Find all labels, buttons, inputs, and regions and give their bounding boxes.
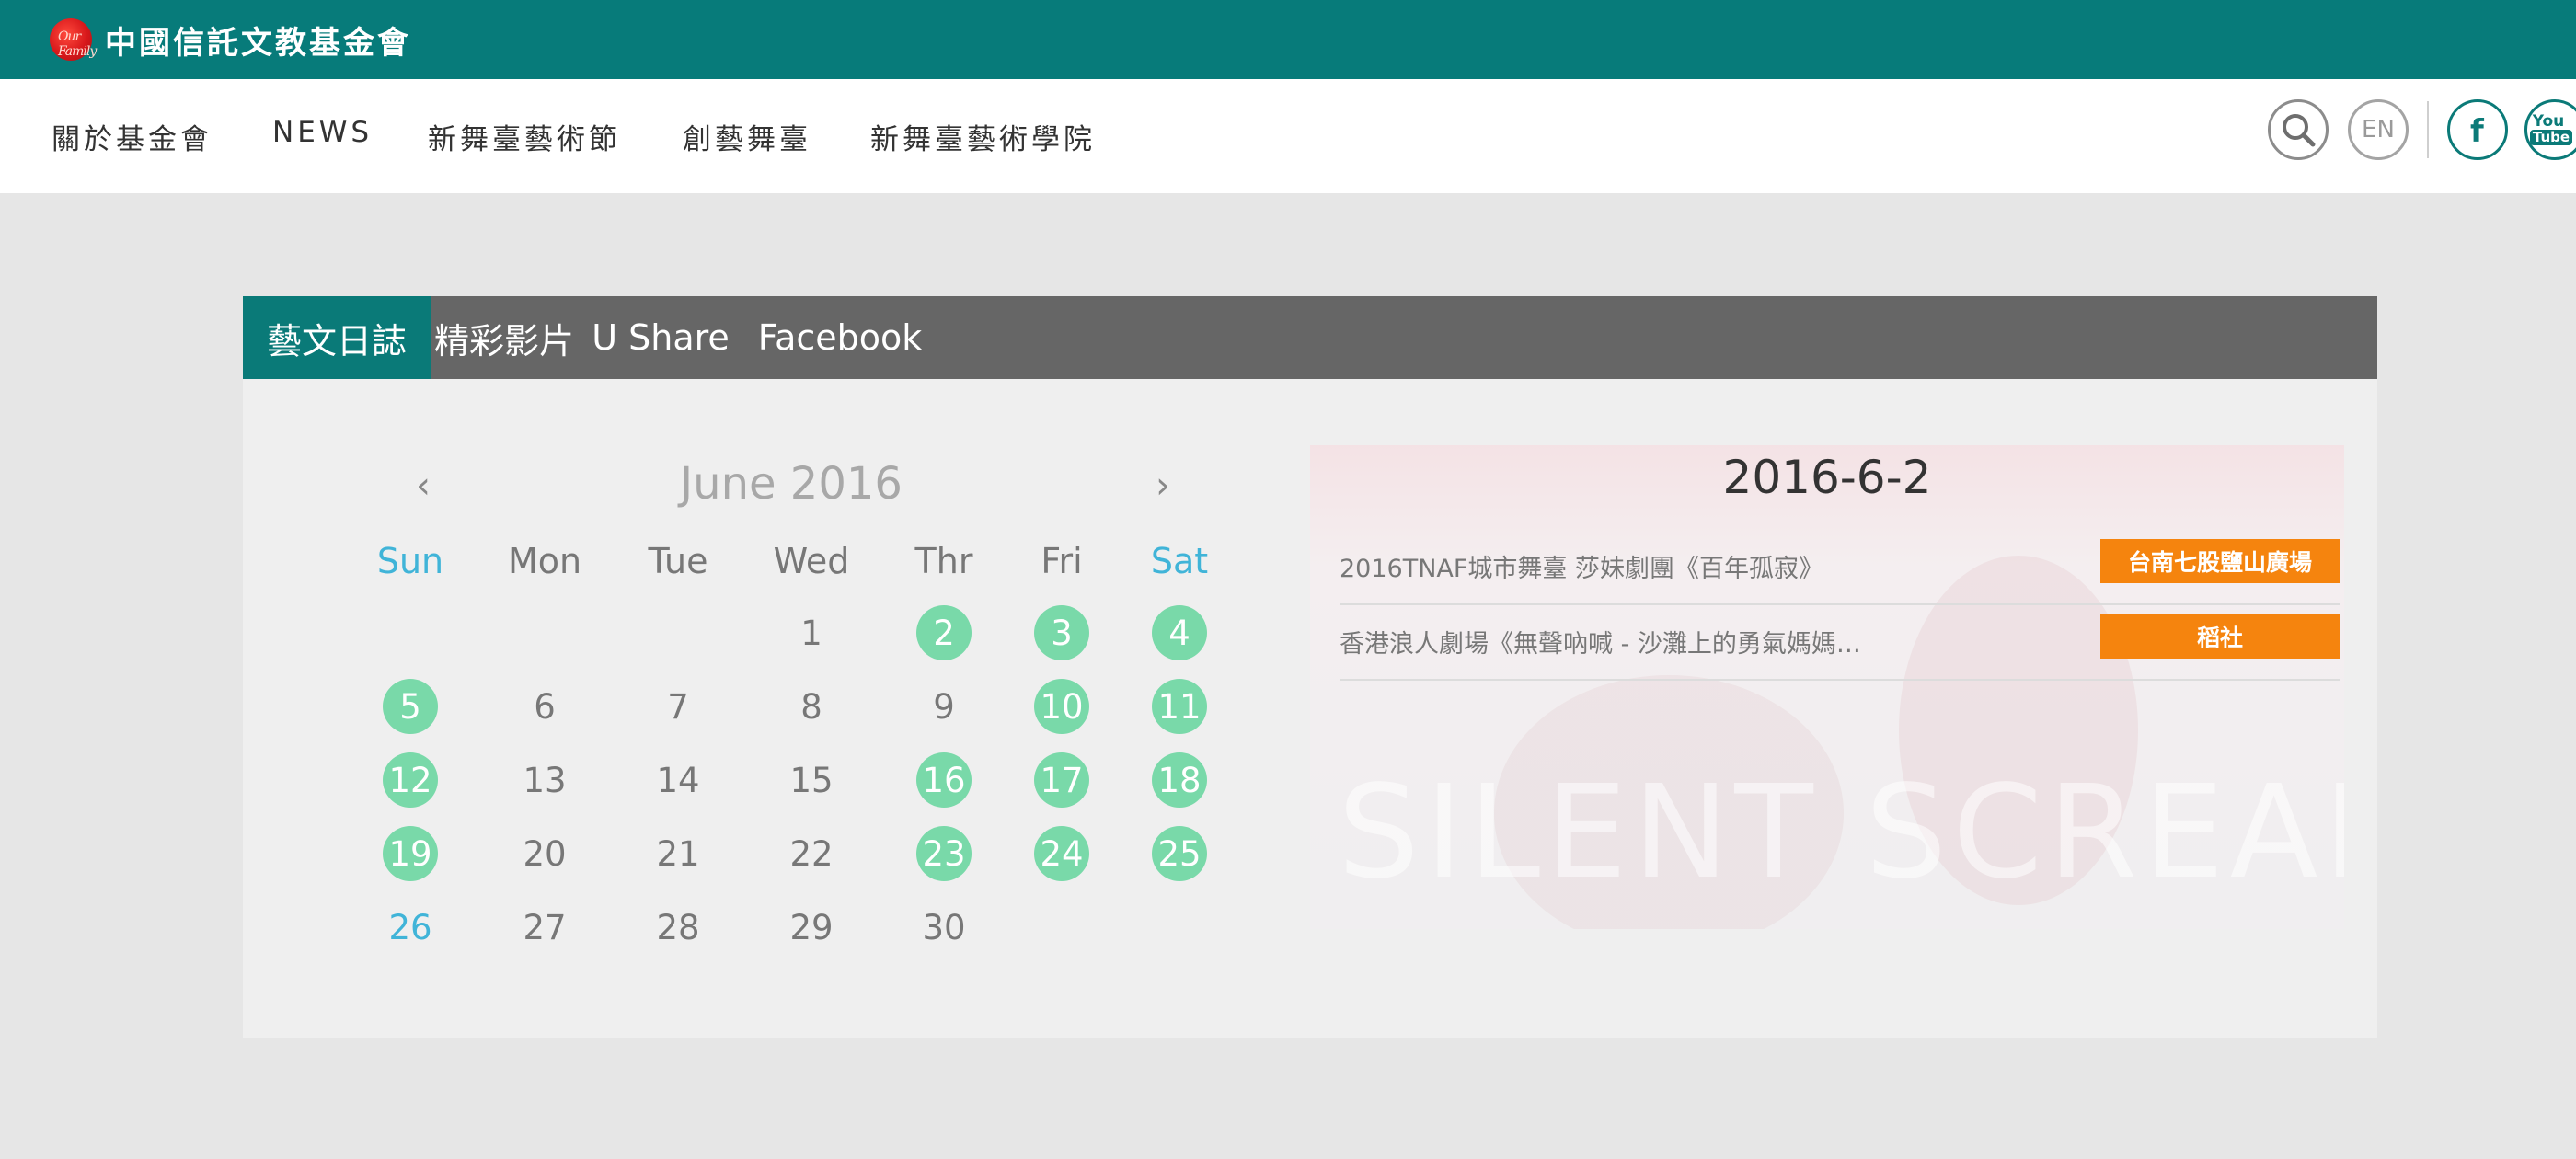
calendar-day[interactable]: 6	[517, 679, 572, 734]
calendar-day[interactable]: 29	[784, 900, 839, 955]
nav-item-about[interactable]: 關於基金會	[52, 116, 213, 157]
language-en-icon[interactable]: EN	[2348, 99, 2409, 160]
weekday-label: Fri	[1041, 541, 1083, 581]
event-venue-tag[interactable]: 稻社	[2100, 614, 2340, 659]
calendar-day[interactable]: 8	[784, 679, 839, 734]
calendar-day-with-events[interactable]: 5	[383, 679, 438, 734]
calendar-day[interactable]: 9	[916, 679, 972, 734]
event-title[interactable]: 香港浪人劇場《無聲吶喊 - 沙灘上的勇氣媽媽…	[1340, 624, 1861, 660]
logo-text: 中國信託文教基金會	[105, 24, 411, 62]
calendar-day-with-events[interactable]: 18	[1152, 752, 1207, 808]
calendar-day[interactable]: 28	[650, 900, 706, 955]
nav-item-news[interactable]: NEWS	[272, 116, 373, 149]
calendar-day[interactable]: 13	[517, 752, 572, 808]
next-month-button[interactable]: ›	[1144, 465, 1181, 507]
calendar-day[interactable]: 21	[650, 826, 706, 881]
calendar-day-with-events[interactable]: 25	[1152, 826, 1207, 881]
calendar-day-with-events[interactable]: 2	[916, 605, 972, 660]
calendar-day[interactable]: 15	[784, 752, 839, 808]
calendar-day-with-events[interactable]: 3	[1034, 605, 1089, 660]
calendar-day-with-events[interactable]: 11	[1152, 679, 1207, 734]
calendar-month-title: June 2016	[680, 458, 903, 510]
facebook-icon[interactable]: f	[2447, 99, 2508, 160]
youtube-label-top: You	[2532, 112, 2565, 131]
nav-item-festival[interactable]: 新舞臺藝術節	[428, 116, 621, 157]
event-list-item[interactable]: 香港浪人劇場《無聲吶喊 - 沙灘上的勇氣媽媽… 稻社	[1340, 603, 2340, 681]
top-brand-bar: Our Family 中國信託文教基金會	[0, 0, 2576, 79]
calendar-day[interactable]: 30	[916, 900, 972, 955]
calendar-day-with-events[interactable]: 19	[383, 826, 438, 881]
calendar-day-with-events[interactable]: 23	[916, 826, 972, 881]
weekday-label: Wed	[773, 541, 850, 581]
calendar-day-with-events[interactable]: 12	[383, 752, 438, 808]
calendar-day[interactable]: 7	[650, 679, 706, 734]
calendar-day[interactable]: 26	[383, 900, 438, 955]
tab-videos[interactable]: 精彩影片	[431, 296, 578, 379]
site-logo[interactable]: Our Family 中國信託文教基金會	[50, 18, 411, 62]
tab-u-share[interactable]: U Share	[578, 296, 743, 379]
tab-arts-diary[interactable]: 藝文日誌	[243, 296, 431, 379]
weekday-label: Tue	[648, 541, 708, 581]
calendar-day[interactable]: 14	[650, 752, 706, 808]
weekday-label: Sun	[376, 541, 444, 581]
search-icon[interactable]	[2268, 99, 2329, 160]
calendar-day[interactable]: 20	[517, 826, 572, 881]
poster-background-text: SILENT SCREAM	[1338, 758, 2344, 908]
weekday-label: Thr	[914, 541, 973, 581]
logo-badge-icon: Our Family	[50, 18, 97, 61]
prev-month-button[interactable]: ‹	[405, 465, 442, 507]
weekday-label: Sat	[1150, 541, 1209, 581]
panel-tab-bar: 藝文日誌 精彩影片 U Share Facebook	[243, 296, 2377, 379]
svg-text:f: f	[2470, 113, 2485, 148]
calendar-day-with-events[interactable]: 24	[1034, 826, 1089, 881]
main-nav: 關於基金會 NEWS 新舞臺藝術節 創藝舞臺 新舞臺藝術學院 EN f You …	[0, 79, 2576, 193]
calendar-day-with-events[interactable]: 16	[916, 752, 972, 808]
calendar-day-with-events[interactable]: 4	[1152, 605, 1207, 660]
youtube-icon[interactable]: You Tube	[2524, 99, 2576, 160]
tab-facebook[interactable]: Facebook	[743, 296, 937, 379]
calendar-day-with-events[interactable]: 17	[1034, 752, 1089, 808]
calendar-day-with-events[interactable]: 10	[1034, 679, 1089, 734]
event-list-item[interactable]: 2016TNAF城市舞臺 莎妹劇團《百年孤寂》 台南七股鹽山廣場	[1340, 528, 2340, 605]
selected-date-heading: 2016-6-2	[1722, 451, 1932, 504]
nav-item-academy[interactable]: 新舞臺藝術學院	[870, 116, 1096, 157]
nav-divider	[2427, 101, 2429, 158]
weekday-label: Mon	[507, 541, 582, 581]
calendar-day[interactable]: 27	[517, 900, 572, 955]
event-panel-background: SILENT SCREAM	[1310, 445, 2344, 929]
calendar-day[interactable]: 1	[784, 605, 839, 660]
event-title[interactable]: 2016TNAF城市舞臺 莎妹劇團《百年孤寂》	[1340, 548, 1823, 584]
logo-badge-text: Our Family	[58, 29, 97, 59]
nav-item-stage[interactable]: 創藝舞臺	[683, 116, 811, 157]
youtube-label-bottom: Tube	[2529, 130, 2573, 145]
event-venue-tag[interactable]: 台南七股鹽山廣場	[2100, 539, 2340, 583]
calendar-day[interactable]: 22	[784, 826, 839, 881]
